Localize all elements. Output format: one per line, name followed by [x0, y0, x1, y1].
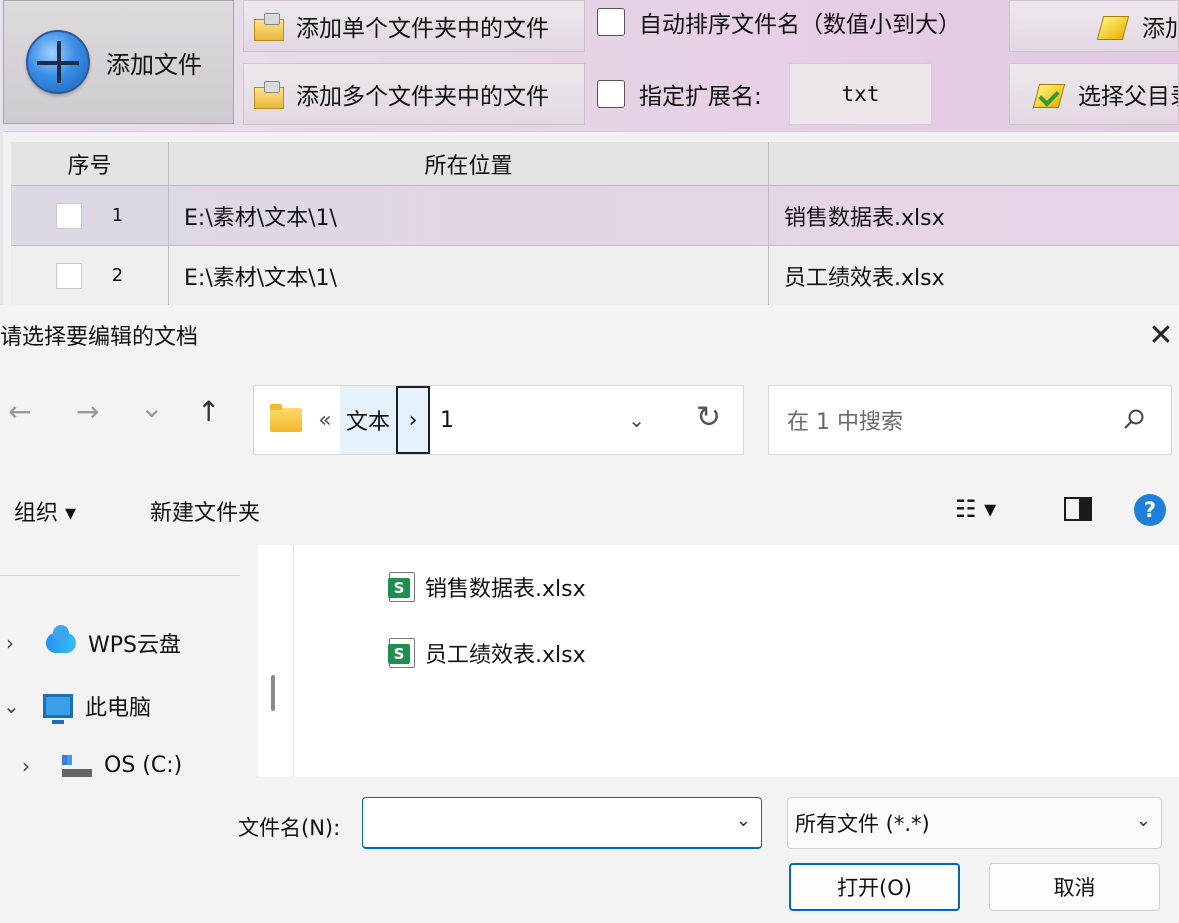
help-icon[interactable]: ? — [1134, 494, 1166, 526]
row-checkbox[interactable] — [55, 202, 82, 229]
row-number: 2 — [111, 265, 124, 286]
row-index-cell: 1 — [11, 186, 169, 245]
row-filename: 销售数据表.xlsx — [784, 205, 945, 231]
nav-pane-scrollbar[interactable] — [271, 675, 275, 711]
breadcrumb-overflow[interactable]: « — [310, 408, 340, 433]
breadcrumb-separator-chevron-icon[interactable]: › — [396, 386, 431, 454]
dialog-footer: 文件名(N): ⌄ 所有文件 (*.*) ⌄ 打开(O) 取消 — [0, 777, 1179, 923]
filename-label: 文件名(N): — [238, 816, 341, 840]
file-name: 员工绩效表.xlsx — [425, 643, 586, 668]
cancel-button[interactable]: 取消 — [989, 863, 1160, 911]
column-header-index[interactable]: 序号 — [11, 142, 169, 185]
breadcrumb-item-current[interactable]: 1 — [440, 408, 454, 433]
address-bar[interactable]: « 文本 › 1 ⌄ ↻ — [253, 385, 744, 455]
spreadsheet-icon — [388, 572, 415, 602]
command-bar: 组织 ▾ 新建文件夹 ☷ ▾ ? — [0, 473, 1179, 545]
tree-item-label: OS (C:) — [104, 753, 183, 778]
preview-pane-icon[interactable] — [1064, 497, 1092, 521]
column-header-name[interactable] — [769, 142, 1179, 185]
address-dropdown-chevron-icon[interactable]: ⌄ — [628, 408, 645, 432]
tree-item-label: WPS云盘 — [88, 633, 181, 658]
extension-label: 指定扩展名: — [639, 84, 762, 110]
forward-arrow-icon[interactable]: → — [76, 395, 99, 428]
filename-input[interactable]: ⌄ — [362, 797, 762, 849]
tree-item-label: 此电脑 — [85, 696, 152, 721]
add-file-label: 添加文件 — [106, 50, 202, 79]
row-filename: 员工绩效表.xlsx — [784, 265, 945, 291]
add-multi-folder-button[interactable]: 添加多个文件夹中的文件 — [243, 63, 585, 125]
folder-add-icon — [254, 81, 284, 109]
cloud-icon — [46, 625, 76, 653]
add-right-label: 添加 — [1142, 16, 1178, 42]
expand-chevron-icon[interactable]: › — [22, 754, 46, 778]
close-icon[interactable]: ✕ — [1143, 311, 1179, 359]
auto-sort-label: 自动排序文件名（数值小到大） — [639, 12, 961, 38]
row-checkbox[interactable] — [55, 262, 82, 289]
up-arrow-icon[interactable]: ↑ — [197, 395, 220, 428]
extension-option[interactable]: 指定扩展名: — [597, 77, 762, 111]
file-type-dropdown-chevron-icon[interactable]: ⌄ — [1136, 810, 1151, 831]
search-input[interactable]: 在 1 中搜索 — [768, 385, 1172, 455]
open-button[interactable]: 打开(O) — [789, 863, 960, 911]
refresh-icon[interactable]: ↻ — [696, 400, 721, 435]
new-folder-button[interactable]: 新建文件夹 — [150, 495, 260, 527]
add-right-button[interactable]: 添加 — [1009, 0, 1179, 52]
spreadsheet-icon — [388, 638, 415, 668]
recent-locations-chevron-icon[interactable]: ⌄ — [140, 391, 163, 424]
file-type-select[interactable]: 所有文件 (*.*) ⌄ — [787, 797, 1162, 849]
auto-sort-checkbox[interactable] — [597, 8, 625, 36]
file-name: 销售数据表.xlsx — [425, 577, 586, 602]
table-row[interactable]: 1 E:\素材\文本\1\ 销售数据表.xlsx — [11, 186, 1179, 246]
tree-item-os-drive[interactable]: › OS (C:) — [22, 753, 182, 778]
breadcrumb-item-parent[interactable]: 文本 — [340, 386, 397, 454]
file-item[interactable]: 员工绩效表.xlsx — [388, 637, 586, 669]
select-parent-dir-label: 选择父目录 — [1078, 84, 1178, 110]
add-single-folder-button[interactable]: 添加单个文件夹中的文件 — [243, 0, 585, 52]
open-file-dialog: 请选择要编辑的文档 ✕ ← → ⌄ ↑ « 文本 › 1 ⌄ ↻ 在 1 中搜索… — [0, 305, 1179, 923]
extension-checkbox[interactable] — [597, 80, 625, 108]
checkmark-gem-icon — [1034, 80, 1064, 108]
navigation-pane: › WPS云盘 ⌄ 此电脑 › OS (C:) — [0, 545, 258, 778]
row-location: E:\素材\文本\1\ — [169, 246, 769, 305]
file-list: 销售数据表.xlsx 员工绩效表.xlsx — [294, 545, 1179, 777]
select-parent-dir-button[interactable]: 选择父目录 — [1009, 63, 1179, 125]
organize-menu[interactable]: 组织 ▾ — [14, 495, 76, 527]
add-single-folder-label: 添加单个文件夹中的文件 — [296, 16, 549, 42]
table-row[interactable]: 2 E:\素材\文本\1\ 员工绩效表.xlsx — [11, 246, 1179, 306]
expand-chevron-icon[interactable]: › — [6, 631, 30, 655]
computer-icon — [43, 694, 73, 724]
search-icon — [1124, 409, 1144, 429]
folder-add-icon — [254, 13, 284, 41]
auto-sort-option[interactable]: 自动排序文件名（数值小到大） — [597, 5, 961, 39]
dialog-title: 请选择要编辑的文档 — [0, 325, 199, 350]
column-header-location[interactable]: 所在位置 — [169, 142, 769, 185]
table-header-row: 序号 所在位置 — [11, 142, 1179, 186]
collapse-chevron-icon[interactable]: ⌄ — [3, 694, 27, 718]
gem-icon — [1098, 12, 1128, 40]
filename-dropdown-chevron-icon[interactable]: ⌄ — [736, 810, 751, 831]
row-location: E:\素材\文本\1\ — [169, 186, 769, 245]
search-placeholder: 在 1 中搜索 — [787, 410, 903, 435]
add-multi-folder-label: 添加多个文件夹中的文件 — [296, 84, 549, 110]
plus-icon — [26, 30, 90, 94]
file-type-value: 所有文件 (*.*) — [795, 812, 930, 836]
view-options-icon[interactable]: ☷ ▾ — [955, 495, 996, 523]
extension-input[interactable]: txt — [789, 63, 932, 125]
file-item[interactable]: 销售数据表.xlsx — [388, 571, 586, 603]
navigation-bar: ← → ⌄ ↑ « 文本 › 1 ⌄ ↻ 在 1 中搜索 — [0, 365, 1179, 473]
folder-icon — [270, 404, 302, 432]
drive-icon — [62, 754, 92, 777]
tree-item-wps-cloud[interactable]: › WPS云盘 — [6, 625, 181, 659]
tree-item-this-pc[interactable]: ⌄ 此电脑 — [3, 690, 152, 724]
back-arrow-icon[interactable]: ← — [8, 395, 31, 428]
nav-divider — [0, 575, 240, 576]
add-file-button[interactable]: 添加文件 — [3, 0, 234, 124]
file-table: 序号 所在位置 1 E:\素材\文本\1\ 销售数据表.xlsx 2 E:\素材… — [3, 131, 1179, 310]
dialog-titlebar[interactable]: 请选择要编辑的文档 ✕ — [0, 305, 1179, 365]
row-number: 1 — [111, 205, 124, 226]
row-index-cell: 2 — [11, 246, 169, 305]
background-app: 添加文件 添加单个文件夹中的文件 添加多个文件夹中的文件 自动排序文件名（数值小… — [0, 0, 1179, 310]
